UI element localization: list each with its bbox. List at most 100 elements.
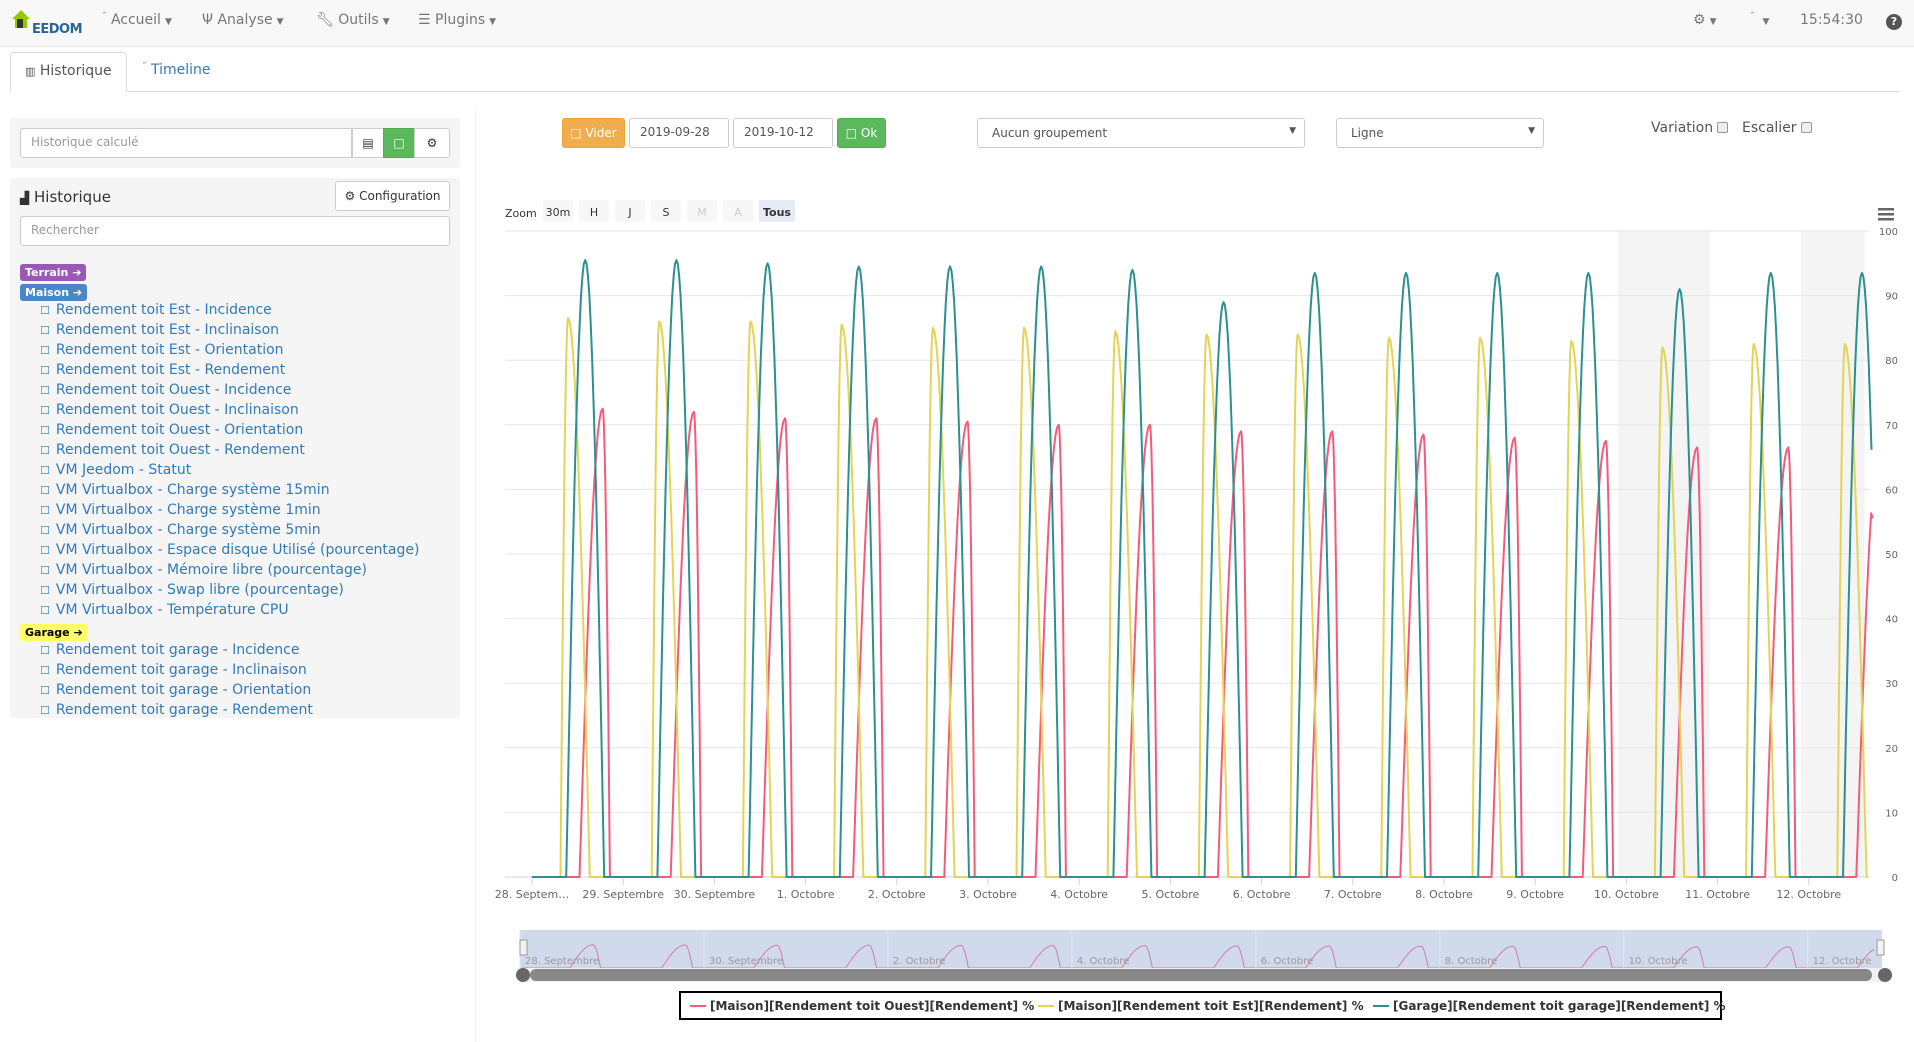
x-tick-label: 8. Octobre bbox=[1415, 888, 1473, 901]
home-icon: ˝ bbox=[102, 12, 107, 22]
object-label-text: Garage bbox=[25, 626, 74, 639]
legend-item[interactable]: [Maison][Rendement toit Ouest][Rendement… bbox=[690, 999, 1034, 1013]
tasks-icon: ☰ bbox=[418, 12, 431, 28]
history-command-item[interactable]: ☐ Rendement toit Est - Incidence bbox=[40, 302, 272, 318]
checkbox-icon: ☐ bbox=[40, 304, 50, 317]
history-command-item[interactable]: ☐ VM Virtualbox - Température CPU bbox=[40, 602, 289, 618]
vider-button[interactable]: □ Vider bbox=[562, 118, 625, 148]
history-command-item[interactable]: ☐ Rendement toit garage - Inclinaison bbox=[40, 662, 307, 678]
settings-dropdown[interactable]: ⚙ ▼ bbox=[1693, 12, 1716, 28]
select-arrow-icon: ▼ bbox=[1528, 126, 1535, 136]
object-label-terrain[interactable]: Terrain ➔ bbox=[20, 264, 87, 281]
history-command-item[interactable]: ☐ VM Virtualbox - Charge système 5min bbox=[40, 522, 321, 538]
history-command-item[interactable]: ☐ Rendement toit garage - Orientation bbox=[40, 682, 311, 698]
arrow-circle-right-icon: ➔ bbox=[72, 286, 83, 299]
history-command-label: Rendement toit Est - Rendement bbox=[55, 362, 286, 378]
zoom-button-m: M bbox=[687, 200, 717, 222]
history-command-item[interactable]: ☐ Rendement toit Est - Rendement bbox=[40, 362, 285, 378]
escalier-checkbox[interactable] bbox=[1800, 122, 1812, 133]
checkbox-icon: ☐ bbox=[40, 464, 50, 477]
date-start-input[interactable]: 2019-09-28 bbox=[629, 118, 729, 148]
navigator[interactable]: 28. Septembre 30. Septembre 2. Octobre 4. O… bbox=[516, 930, 1892, 982]
history-command-item[interactable]: ☐ Rendement toit Ouest - Rendement bbox=[40, 442, 305, 458]
history-command-label: VM Virtualbox - Charge système 15min bbox=[55, 482, 330, 498]
checkbox-icon: ☐ bbox=[40, 364, 50, 377]
timeline-icon: ˝ bbox=[142, 62, 147, 72]
tab-timeline[interactable]: ˝ Timeline bbox=[128, 52, 224, 92]
history-command-label: Rendement toit garage - Rendement bbox=[55, 702, 313, 718]
history-command-label: VM Jeedom - Statut bbox=[55, 462, 192, 478]
square-icon: □ bbox=[570, 126, 582, 140]
history-command-item[interactable]: ☐ VM Virtualbox - Charge système 15min bbox=[40, 482, 330, 498]
history-command-label: Rendement toit garage - Incidence bbox=[55, 642, 300, 658]
legend-label: [Maison][Rendement toit Ouest][Rendement… bbox=[710, 999, 1034, 1013]
history-command-item[interactable]: ☐ Rendement toit Est - Inclinaison bbox=[40, 322, 279, 338]
scrollbar-left-arrow[interactable] bbox=[516, 968, 530, 982]
configuration-button[interactable]: ⚙ Configuration bbox=[335, 181, 450, 211]
legend-item[interactable]: [Garage][Rendement toit garage][Rendemen… bbox=[1373, 999, 1726, 1013]
zoom-button-h[interactable]: H bbox=[579, 200, 609, 222]
history-command-item[interactable]: ☐ Rendement toit Ouest - Orientation bbox=[40, 422, 303, 438]
x-tick-label: 4. Octobre bbox=[1050, 888, 1108, 901]
navigator-handle-left[interactable] bbox=[519, 939, 528, 956]
object-label-garage[interactable]: Garage ➔ bbox=[20, 624, 88, 641]
checkbox-icon: ☐ bbox=[40, 684, 50, 697]
y-tick-label: 60 bbox=[1885, 485, 1898, 496]
y-tick-label: 40 bbox=[1885, 615, 1898, 626]
zoom-button-label: 30m bbox=[546, 206, 571, 219]
history-command-label: VM Virtualbox - Charge système 5min bbox=[55, 522, 321, 538]
zoom-button-30m[interactable]: 30m bbox=[543, 200, 573, 222]
chart-type-select[interactable]: Ligne ▼ bbox=[1336, 118, 1544, 148]
nav-outils[interactable]: 🔧︎ Outils ▼ bbox=[316, 12, 390, 28]
variation-checkbox[interactable] bbox=[1717, 122, 1729, 133]
zoom-button-j[interactable]: J bbox=[615, 200, 645, 222]
panel-divider bbox=[475, 110, 476, 1042]
chart-menu-button[interactable] bbox=[1875, 206, 1897, 224]
jeedom-logo[interactable]: EEDOM bbox=[10, 8, 83, 40]
nav-plugins[interactable]: ☰ Plugins ▼ bbox=[418, 12, 496, 28]
navigator-handle-right[interactable] bbox=[1876, 939, 1885, 956]
user-dropdown[interactable]: ˝ ▼ bbox=[1750, 12, 1769, 28]
object-label-maison[interactable]: Maison ➔ bbox=[20, 284, 88, 301]
x-tick-label: 1. Octobre bbox=[777, 888, 835, 901]
history-command-item[interactable]: ☐ Rendement toit garage - Incidence bbox=[40, 642, 299, 658]
zoom-button-s[interactable]: S bbox=[651, 200, 681, 222]
history-command-item[interactable]: ☐ Rendement toit garage - Rendement bbox=[40, 702, 313, 718]
legend-item[interactable]: [Maison][Rendement toit Est][Rendement] … bbox=[1038, 999, 1364, 1013]
caret-down-icon: ▼ bbox=[1709, 17, 1717, 27]
history-command-item[interactable]: ☐ VM Virtualbox - Swap libre (pourcentage… bbox=[40, 582, 344, 598]
help-icon[interactable]: ? bbox=[1886, 14, 1902, 30]
x-axis: 28. Septem… 29. Septembre 30. Septembre 1. … bbox=[495, 877, 1841, 901]
variation-option: Variation bbox=[1651, 120, 1729, 136]
history-command-item[interactable]: ☐ Rendement toit Ouest - Inclinaison bbox=[40, 402, 299, 418]
stethoscope-icon: Ψ bbox=[202, 12, 214, 28]
ok-button[interactable]: □ Ok bbox=[837, 118, 886, 148]
history-search-input[interactable]: Rechercher bbox=[20, 216, 450, 246]
history-command-label: Rendement toit Est - Incidence bbox=[55, 302, 272, 318]
history-command-item[interactable]: ☐ VM Jeedom - Statut bbox=[40, 462, 191, 478]
y-tick-label: 30 bbox=[1885, 679, 1898, 690]
history-command-label: Rendement toit Ouest - Inclinaison bbox=[55, 402, 299, 418]
history-command-label: VM Virtualbox - Charge système 1min bbox=[55, 502, 321, 518]
nav-analyse[interactable]: Ψ Analyse ▼ bbox=[202, 12, 284, 28]
history-command-item[interactable]: ☐ Rendement toit Est - Orientation bbox=[40, 342, 284, 358]
history-command-item[interactable]: ☐ VM Virtualbox - Mémoire libre (pourcent… bbox=[40, 562, 367, 578]
nav-accueil[interactable]: ˝ Accueil ▼ bbox=[102, 12, 172, 28]
history-command-item[interactable]: ☐ VM Virtualbox - Charge système 1min bbox=[40, 502, 321, 518]
scrollbar-right-arrow[interactable] bbox=[1878, 968, 1892, 982]
calc-add-button[interactable]: □ bbox=[383, 128, 415, 158]
scrollbar-thumb[interactable] bbox=[530, 969, 1872, 981]
date-end-input[interactable]: 2019-10-12 bbox=[733, 118, 833, 148]
zoom-button-label: H bbox=[590, 206, 598, 219]
zoom-button-label: M bbox=[697, 206, 707, 219]
checkbox-icon: ☐ bbox=[40, 544, 50, 557]
calc-list-button[interactable]: ▤ bbox=[352, 128, 384, 158]
history-command-item[interactable]: ☐ VM Virtualbox - Espace disque Utilisé (… bbox=[40, 542, 419, 558]
calc-history-input[interactable]: Historique calculé bbox=[20, 128, 352, 158]
history-command-item[interactable]: ☐ Rendement toit Ouest - Incidence bbox=[40, 382, 291, 398]
navigator-label: 28. Septembre bbox=[525, 956, 599, 967]
calc-config-button[interactable]: ⚙ bbox=[414, 128, 450, 158]
grouping-select[interactable]: Aucun groupement ▼ bbox=[977, 118, 1305, 148]
tab-historique[interactable]: ▥ Historique bbox=[10, 52, 127, 92]
zoom-button-tous[interactable]: Tous bbox=[759, 200, 795, 222]
